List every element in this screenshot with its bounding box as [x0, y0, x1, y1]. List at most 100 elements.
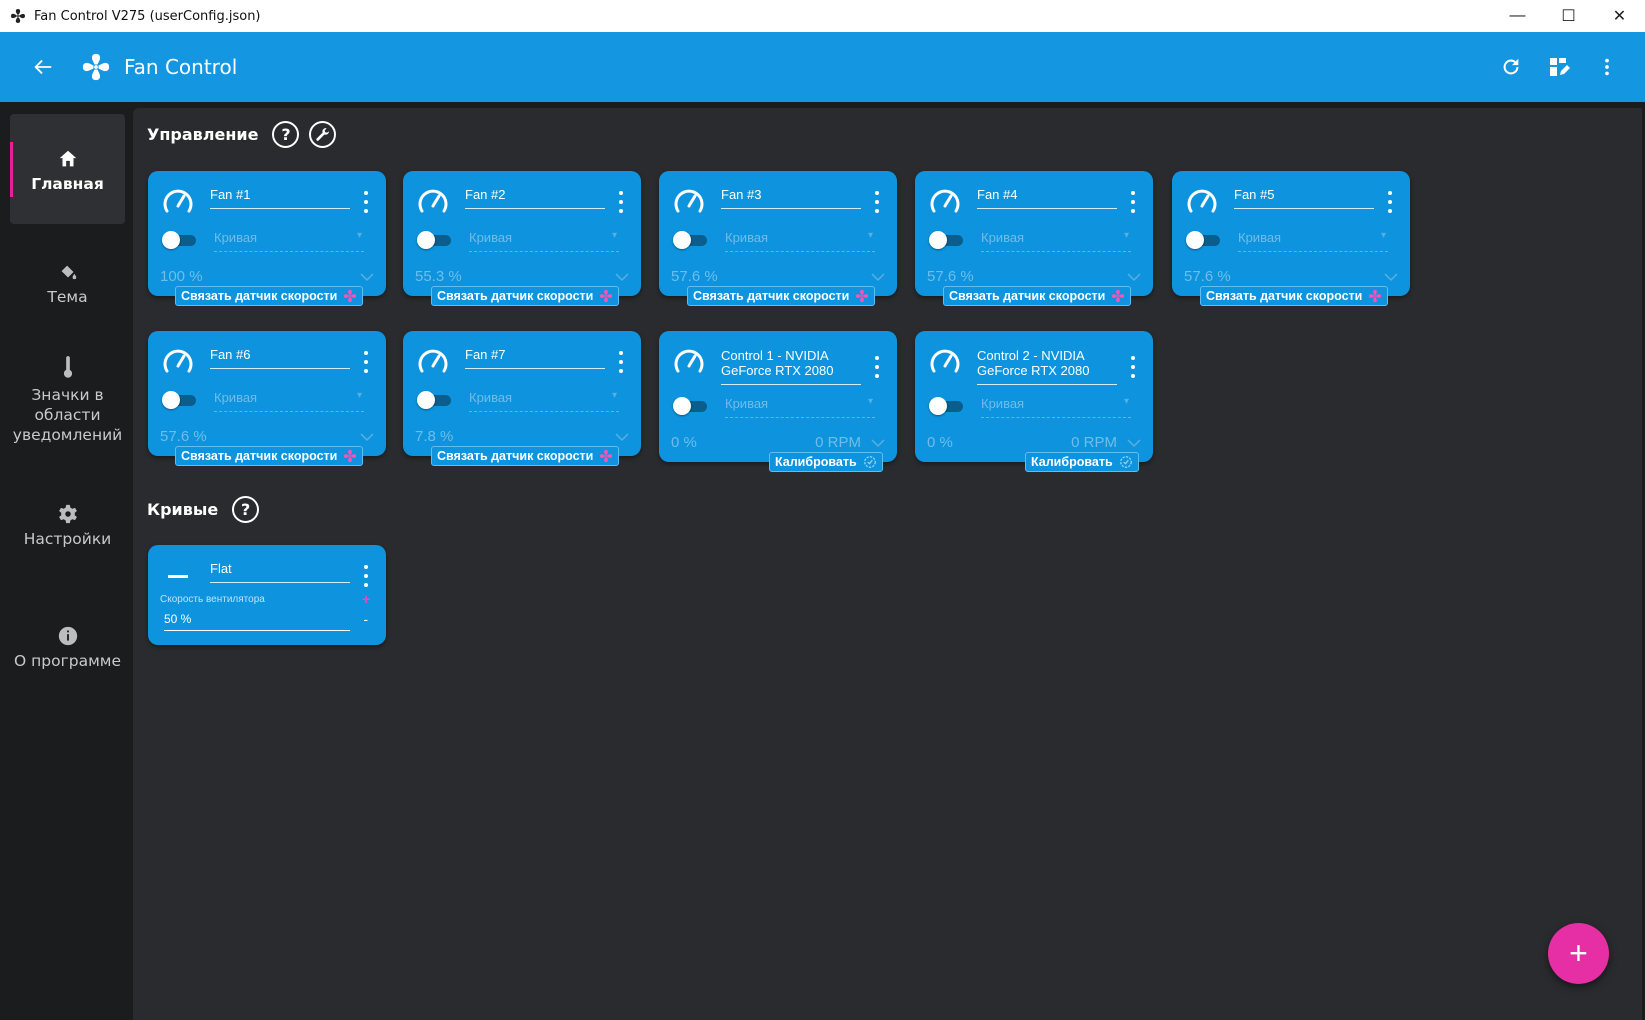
- minimize-button[interactable]: —: [1492, 0, 1543, 32]
- help-icon[interactable]: ?: [272, 121, 300, 148]
- more-vert-icon[interactable]: [358, 351, 374, 373]
- fan-icon: [600, 289, 613, 303]
- sidebar: Главная Тема Значки в области уведомлени…: [0, 102, 133, 1020]
- gauge-icon: [163, 349, 193, 373]
- fan-name-input[interactable]: Fan #5: [1234, 187, 1374, 209]
- dropdown-caret-icon: ▾: [1123, 396, 1129, 407]
- curve-name-input[interactable]: Flat: [210, 561, 350, 583]
- fan-toggle[interactable]: [417, 391, 453, 409]
- more-vert-icon[interactable]: [1125, 356, 1141, 378]
- button-label: Связать датчик скорости: [437, 289, 594, 303]
- fan-percent: 57.6 %: [160, 428, 207, 445]
- dropdown-caret-icon: ▾: [867, 396, 873, 407]
- chevron-down-icon[interactable]: [1127, 438, 1141, 448]
- fan-toggle[interactable]: [1186, 231, 1222, 249]
- decrement-button[interactable]: -: [363, 611, 368, 627]
- chevron-down-icon[interactable]: [871, 272, 885, 282]
- link-speed-sensor-button[interactable]: Связать датчик скорости: [431, 286, 620, 306]
- curve-select[interactable]: Кривая ▾: [469, 390, 619, 412]
- maximize-button[interactable]: ☐: [1543, 0, 1594, 32]
- fan-percent: 57.6 %: [671, 268, 718, 285]
- fan-icon: [856, 289, 869, 303]
- calibrate-button[interactable]: Калибровать: [769, 452, 883, 472]
- more-vert-icon[interactable]: [613, 191, 629, 213]
- layout-edit-icon[interactable]: [1541, 49, 1577, 85]
- curve-select[interactable]: Кривая ▾: [469, 230, 619, 252]
- chevron-down-icon[interactable]: [360, 272, 374, 282]
- link-speed-sensor-button[interactable]: Связать датчик скорости: [175, 446, 364, 466]
- button-label: Калибровать: [775, 455, 857, 469]
- more-vert-icon[interactable]: [1125, 191, 1141, 213]
- fan-card: Fan #2 Кривая ▾ 55.3 %: [403, 171, 641, 296]
- close-button[interactable]: ✕: [1594, 0, 1645, 32]
- fan-percent: 7.8 %: [415, 428, 454, 445]
- wrench-icon[interactable]: [309, 121, 337, 148]
- more-vert-icon[interactable]: [358, 565, 374, 587]
- fan-percent: 57.6 %: [927, 268, 974, 285]
- sidebar-item-label: Значки в области уведомлений: [12, 386, 123, 444]
- gauge-icon: [674, 349, 704, 373]
- fan-name-input[interactable]: Fan #7: [465, 347, 605, 369]
- more-vert-icon[interactable]: [869, 191, 885, 213]
- curve-select[interactable]: Кривая ▾: [725, 230, 875, 252]
- control-name-input[interactable]: Control 2 - NVIDIA GeForce RTX 2080: [977, 348, 1117, 385]
- link-speed-sensor-button[interactable]: Связать датчик скорости: [943, 286, 1132, 306]
- curve-select[interactable]: Кривая ▾: [214, 230, 364, 252]
- more-vert-icon[interactable]: [1589, 49, 1625, 85]
- control-toggle[interactable]: [929, 397, 965, 415]
- fan-toggle[interactable]: [929, 231, 965, 249]
- control-name-input[interactable]: Control 1 - NVIDIA GeForce RTX 2080: [721, 348, 861, 385]
- more-vert-icon[interactable]: [613, 351, 629, 373]
- link-speed-sensor-button[interactable]: Связать датчик скорости: [431, 446, 620, 466]
- button-label: Связать датчик скорости: [437, 449, 594, 463]
- control-rpm: 0 RPM: [815, 434, 861, 451]
- fan-name-input[interactable]: Fan #3: [721, 187, 861, 209]
- app-title: Fan Control: [124, 55, 238, 79]
- sidebar-item-home[interactable]: Главная: [10, 114, 125, 224]
- link-speed-sensor-button[interactable]: Связать датчик скорости: [687, 286, 876, 306]
- fan-icon: [1369, 289, 1382, 303]
- help-icon[interactable]: ?: [232, 496, 260, 523]
- chevron-down-icon[interactable]: [615, 432, 629, 442]
- chevron-down-icon[interactable]: [360, 432, 374, 442]
- chevron-down-icon[interactable]: [615, 272, 629, 282]
- more-vert-icon[interactable]: [869, 356, 885, 378]
- fan-speed-input[interactable]: 50 %: [164, 612, 350, 631]
- increment-button[interactable]: +: [362, 591, 370, 607]
- control-toggle[interactable]: [673, 397, 709, 415]
- link-speed-sensor-button[interactable]: Связать датчик скорости: [175, 286, 364, 306]
- fan-toggle[interactable]: [162, 231, 198, 249]
- check-circle-icon: [863, 456, 876, 468]
- control-percent: 0 %: [671, 434, 697, 451]
- chevron-down-icon[interactable]: [1127, 272, 1141, 282]
- fan-name-input[interactable]: Fan #2: [465, 187, 605, 209]
- more-vert-icon[interactable]: [358, 191, 374, 213]
- curve-select[interactable]: Кривая ▾: [725, 396, 875, 418]
- curve-select[interactable]: Кривая ▾: [981, 230, 1131, 252]
- curve-select[interactable]: Кривая ▾: [981, 396, 1131, 418]
- curve-select[interactable]: Кривая ▾: [214, 390, 364, 412]
- add-button[interactable]: +: [1548, 923, 1609, 984]
- chevron-down-icon[interactable]: [1384, 272, 1398, 282]
- fan-name-input[interactable]: Fan #6: [210, 347, 350, 369]
- fan-toggle[interactable]: [162, 391, 198, 409]
- fan-speed-label: Скорость вентилятора: [160, 594, 265, 605]
- calibrate-button[interactable]: Калибровать: [1025, 452, 1139, 472]
- back-arrow-icon[interactable]: [26, 50, 60, 84]
- curve-select[interactable]: Кривая ▾: [1238, 230, 1388, 252]
- sidebar-item-about[interactable]: О программе: [10, 606, 125, 686]
- thermometer-icon: [57, 355, 79, 381]
- more-vert-icon[interactable]: [1382, 191, 1398, 213]
- link-speed-sensor-button[interactable]: Связать датчик скорости: [1200, 286, 1389, 306]
- fan-toggle[interactable]: [417, 231, 453, 249]
- sidebar-item-settings[interactable]: Настройки: [10, 484, 125, 564]
- refresh-icon[interactable]: [1493, 49, 1529, 85]
- sidebar-item-theme[interactable]: Тема: [10, 242, 125, 322]
- chevron-down-icon[interactable]: [871, 438, 885, 448]
- fan-name-input[interactable]: Fan #4: [977, 187, 1117, 209]
- button-label: Калибровать: [1031, 455, 1113, 469]
- fan-name-input[interactable]: Fan #1: [210, 187, 350, 209]
- fan-toggle[interactable]: [673, 231, 709, 249]
- sidebar-item-tray-icons[interactable]: Значки в области уведомлений: [10, 350, 125, 450]
- home-icon: [57, 144, 79, 170]
